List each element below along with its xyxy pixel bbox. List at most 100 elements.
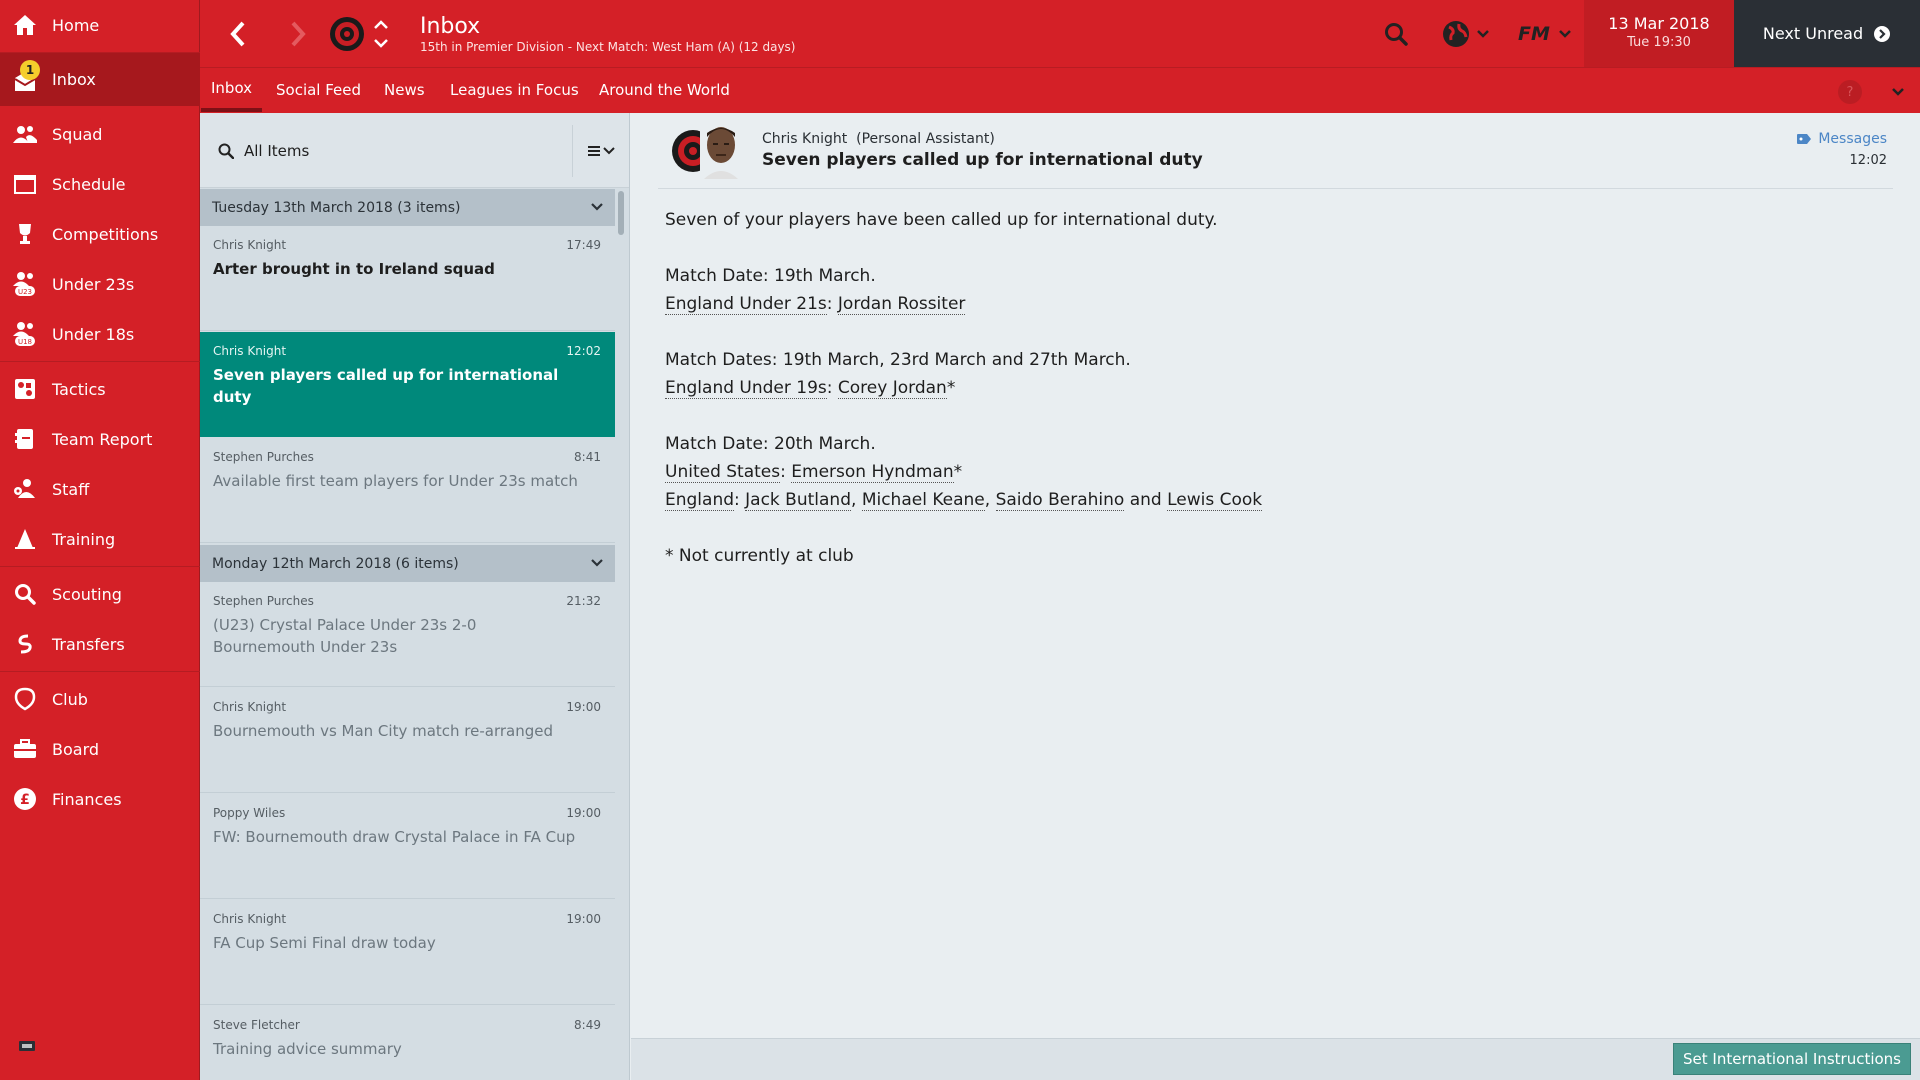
message-subject: Bournemouth vs Man City match re-arrange…: [213, 722, 554, 740]
keyboard-icon[interactable]: [18, 1040, 36, 1052]
message-subject: Available first team players for Under 2…: [213, 472, 578, 490]
club-badge-button[interactable]: [329, 16, 365, 52]
message-item[interactable]: Chris Knight 17:49 Arter brought in to I…: [200, 226, 615, 331]
tab-inbox[interactable]: Inbox: [201, 68, 263, 112]
club-icon: [12, 687, 38, 711]
nav-transfers[interactable]: Transfers: [0, 619, 200, 669]
player-link[interactable]: Michael Keane: [861, 490, 985, 511]
date-label: 13 Mar 2018: [1608, 14, 1710, 33]
sender-name: Chris Knight: [762, 131, 848, 147]
nav-team-report[interactable]: Team Report: [0, 414, 200, 464]
forward-button[interactable]: [280, 14, 316, 54]
message-item[interactable]: Chris Knight 19:00 FA Cup Semi Final dra…: [200, 900, 615, 1005]
message-item-selected[interactable]: Chris Knight 12:02 Seven players called …: [200, 332, 615, 437]
nav-board-label: Board: [52, 739, 100, 759]
message-item[interactable]: Stephen Purches 8:41 Available first tea…: [200, 438, 615, 543]
back-button[interactable]: [220, 14, 256, 54]
chevron-up-down-icon: [374, 20, 388, 48]
message-sender: Chris Knight: [213, 344, 287, 358]
message-sender: Chris Knight: [213, 238, 287, 252]
message-subject: (U23) Crystal Palace Under 23s 2-0 Bourn…: [213, 616, 477, 656]
filter-bar: All Items: [200, 113, 629, 188]
nav-training[interactable]: Training: [0, 514, 200, 564]
nav-under-18s[interactable]: U18 Under 18s: [0, 309, 200, 359]
team-link[interactable]: England Under 21s: [665, 294, 827, 315]
player-link[interactable]: Lewis Cook: [1167, 490, 1263, 511]
player-link[interactable]: Saido Berahino: [995, 490, 1125, 511]
nav-inbox[interactable]: 1 Inbox: [0, 53, 200, 106]
match2-line: England Under 19s: Corey Jordan*: [665, 378, 956, 399]
nav-home[interactable]: Home: [0, 0, 200, 50]
sidebar: Home 1 Inbox Squad Schedule Competitions…: [0, 0, 200, 1080]
fm-menu-button[interactable]: FM: [1506, 0, 1584, 67]
player-link[interactable]: Corey Jordan: [837, 378, 947, 399]
under23-icon: U23: [12, 272, 38, 296]
nav-schedule[interactable]: Schedule: [0, 159, 200, 209]
list-scrollbar[interactable]: [618, 191, 624, 235]
match3-line-2: England: Jack Butland, Michael Keane, Sa…: [665, 490, 1263, 511]
club-crest-icon: [330, 17, 364, 51]
globe-icon: [1443, 20, 1469, 47]
tag-icon: [1797, 134, 1812, 144]
avatar[interactable]: [700, 123, 742, 179]
game-date[interactable]: 13 Mar 2018 Tue 19:30: [1584, 0, 1734, 67]
message-sender: Steve Fletcher: [213, 1018, 300, 1032]
player-link[interactable]: Emerson Hyndman: [791, 462, 954, 483]
message-sender: Stephen Purches: [213, 594, 314, 608]
message-item[interactable]: Chris Knight 19:00 Bournemouth vs Man Ci…: [200, 688, 615, 793]
nav-squad[interactable]: Squad: [0, 109, 200, 159]
tab-news[interactable]: News: [374, 68, 435, 112]
search-icon: [12, 582, 38, 606]
help-button[interactable]: ?: [1838, 80, 1862, 104]
world-menu-button[interactable]: [1434, 0, 1498, 67]
message-item[interactable]: Poppy Wiles 19:00 FW: Bournemouth draw C…: [200, 794, 615, 899]
nav-finances-label: Finances: [52, 789, 122, 809]
tab-overflow-button[interactable]: [1886, 80, 1910, 104]
team-link[interactable]: England Under 19s: [665, 378, 827, 399]
nav-club[interactable]: Club: [0, 674, 200, 724]
nav-staff[interactable]: Staff: [0, 464, 200, 514]
nav-under-23s[interactable]: U23 Under 23s: [0, 259, 200, 309]
message-from[interactable]: Chris Knight (Personal Assistant): [762, 131, 995, 147]
team-link[interactable]: United States: [665, 462, 781, 483]
nav-tactics[interactable]: Tactics: [0, 364, 200, 414]
message-body: Seven of your players have been called u…: [665, 206, 1865, 570]
next-unread-label: Next Unread: [1762, 24, 1864, 43]
nav-board[interactable]: Board: [0, 724, 200, 774]
tab-social-feed[interactable]: Social Feed: [266, 68, 371, 112]
nav-scouting[interactable]: Scouting: [0, 569, 200, 619]
search-button[interactable]: [1374, 0, 1418, 67]
transfers-icon: [12, 632, 38, 656]
next-unread-button[interactable]: Next Unread: [1734, 0, 1920, 67]
nav-competitions[interactable]: Competitions: [0, 209, 200, 259]
group-header-tuesday[interactable]: Tuesday 13th March 2018 (3 items): [200, 189, 615, 226]
message-subject: Training advice summary: [213, 1040, 402, 1058]
chevron-right-icon: [291, 21, 306, 47]
message-item[interactable]: Steve Fletcher 8:49 Training advice summ…: [200, 1006, 615, 1080]
player-link[interactable]: Jordan Rossiter: [837, 294, 966, 315]
message-list-panel: All Items Tuesday 13th March 2018 (3 ite…: [200, 113, 630, 1080]
message-sender: Chris Knight: [213, 700, 287, 714]
player-link[interactable]: Jack Butland: [745, 490, 851, 511]
set-international-instructions-button[interactable]: Set International Instructions: [1673, 1043, 1911, 1075]
message-category-link[interactable]: Messages: [1796, 131, 1887, 147]
page-title: Inbox: [420, 14, 481, 39]
search-icon: [1385, 22, 1408, 46]
message-header: Chris Knight (Personal Assistant) Seven …: [658, 113, 1893, 189]
filter-search[interactable]: All Items: [218, 137, 309, 165]
nav-finances[interactable]: £ Finances: [0, 774, 200, 824]
club-switch-button[interactable]: [371, 14, 391, 54]
team-link[interactable]: England: [665, 490, 735, 511]
tab-around-the-world[interactable]: Around the World: [589, 68, 740, 112]
message-item[interactable]: Stephen Purches 21:32 (U23) Crystal Pala…: [200, 582, 615, 687]
tab-leagues-in-focus[interactable]: Leagues in Focus: [440, 68, 589, 112]
message-time: 19:00: [566, 806, 601, 820]
nav-tactics-label: Tactics: [52, 379, 106, 399]
group-header-monday[interactable]: Monday 12th March 2018 (6 items): [200, 545, 615, 582]
nav-inbox-label: Inbox: [52, 70, 96, 89]
unread-badge: 1: [20, 60, 40, 80]
chevron-left-icon: [230, 21, 245, 47]
sort-menu-button[interactable]: [572, 125, 629, 177]
board-icon: [12, 737, 38, 761]
nav-competitions-label: Competitions: [52, 224, 159, 244]
